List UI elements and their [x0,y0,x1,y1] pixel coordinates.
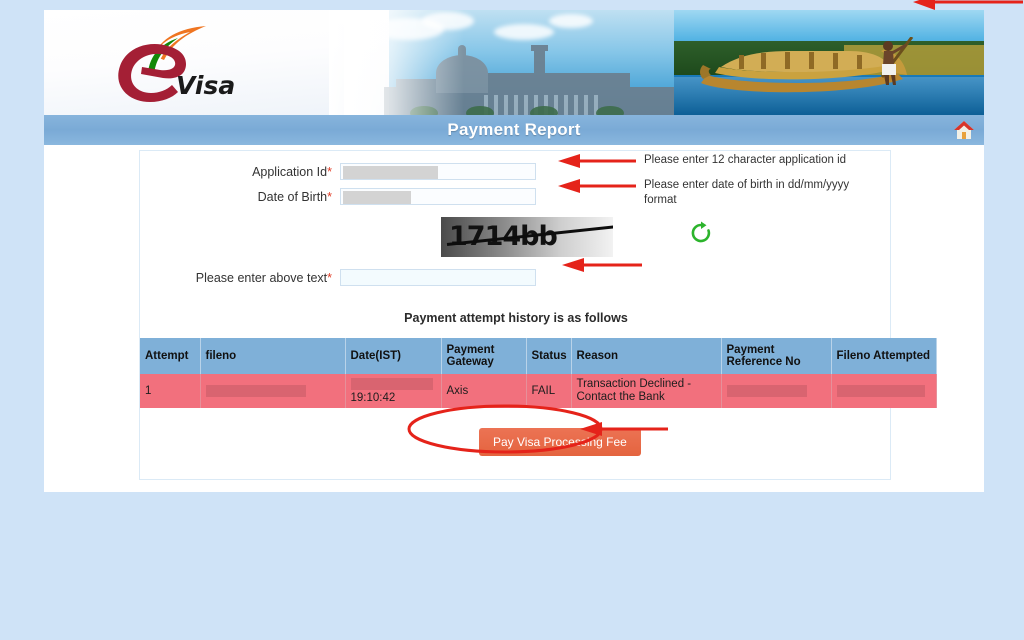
cell-date: 19:10:42 [345,374,442,408]
history-heading: Payment attempt history is as follows [404,311,628,325]
table-row: 1 19:10:42 Axis FAIL Transaction Decline… [140,374,937,408]
column-header-status: Status [526,338,572,374]
page-title: Payment Report [447,120,581,139]
column-header-payment-gateway: Payment Gateway [441,338,527,374]
label-application-id: Application Id* [252,164,332,179]
required-marker: * [327,189,332,204]
page-title-bar: Payment Report [44,115,984,145]
home-icon[interactable] [952,118,976,142]
refresh-icon[interactable] [689,221,713,245]
cell-date-time: 19:10:42 [350,392,396,404]
required-marker: * [327,164,332,179]
cell-fileno-attempted [831,374,937,408]
cell-attempt: 1 [140,374,201,408]
application-id-input[interactable] [340,163,536,180]
boatman-icon [880,37,914,85]
label-date-of-birth: Date of Birth* [257,189,332,204]
column-header-payment-reference: Payment Reference No [721,338,832,374]
annotation-application-id: Please enter 12 character application id [644,154,847,166]
captcha-image: 1714bb [441,217,613,257]
cell-payment-gateway: Axis [441,374,527,408]
pay-visa-processing-fee-button[interactable]: Pay Visa Processing Fee [479,428,641,456]
banner-photo [344,10,984,115]
field-row-date-of-birth: Date of Birth* [140,188,536,205]
cell-reason: Transaction Declined - Contact the Bank [571,374,722,408]
site-banner: Visa [44,10,984,115]
required-marker: * [327,270,332,285]
label-captcha-answer: Please enter above text* [195,270,332,285]
cell-status: FAIL [526,374,572,408]
banner-left-panel: Visa [44,10,389,115]
column-header-reason: Reason [571,338,722,374]
captcha-answer-input[interactable] [340,269,536,286]
redaction-block [836,385,925,397]
column-header-date: Date(IST) [345,338,442,374]
redaction-block [726,385,807,397]
evisa-logo: Visa [106,22,256,107]
page-card: Visa Payment Report Application Id* Date… [44,10,984,492]
payment-history-table: Attempt fileno Date(IST) Payment Gateway… [140,338,937,408]
date-of-birth-input[interactable] [340,188,536,205]
redaction-block [343,191,411,204]
cell-fileno [200,374,346,408]
cell-payment-reference [721,374,832,408]
column-header-fileno-attempted: Fileno Attempted [831,338,937,374]
column-header-fileno: fileno [200,338,346,374]
column-header-attempt: Attempt [140,338,201,374]
redaction-block [205,385,306,397]
redaction-block [350,378,433,390]
field-row-captcha-answer: Please enter above text* [140,269,536,286]
field-row-application-id: Application Id* [140,163,536,180]
table-header-row: Attempt fileno Date(IST) Payment Gateway… [140,338,937,374]
redaction-block [343,166,438,179]
backwaters-photo [674,10,984,115]
annotation-date-of-birth: Please enter date of birth in dd/mm/yyyy… [644,179,850,206]
logo-wordmark: Visa [176,71,235,100]
